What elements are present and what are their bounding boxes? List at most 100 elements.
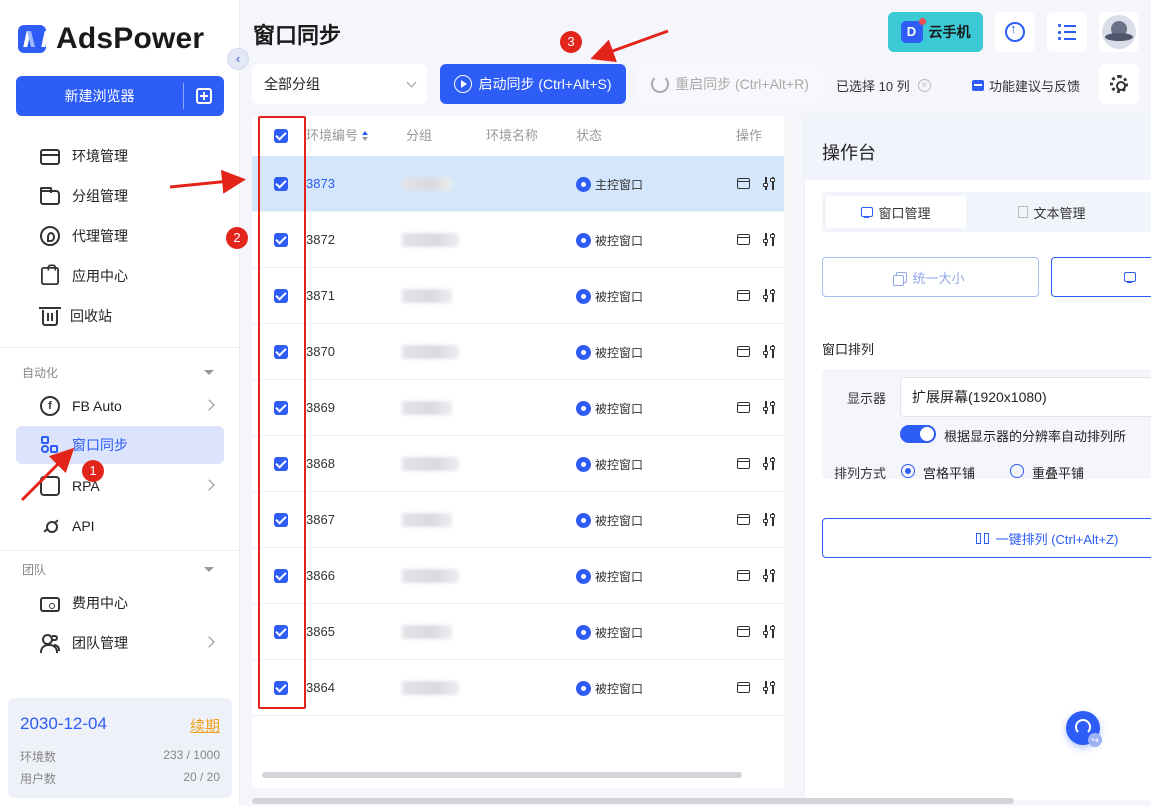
group-select[interactable]: 全部分组	[252, 64, 427, 104]
cloud-phone-button[interactable]: D 云手机	[888, 12, 983, 52]
sidebar-item-trash[interactable]: 回收站	[39, 304, 112, 328]
new-browser-button[interactable]: 新建浏览器	[16, 76, 224, 116]
sidebar-item-app-center[interactable]: 应用中心	[40, 264, 128, 288]
settings-sliders-icon[interactable]	[763, 457, 777, 470]
status-text: 被控窗口	[595, 290, 644, 304]
env-id[interactable]: 3870	[306, 344, 335, 359]
browser-icon	[576, 681, 591, 696]
window-icon[interactable]	[737, 514, 750, 525]
radio-overlap-tile-label[interactable]: 重叠平铺	[1032, 463, 1084, 482]
table-row[interactable]: 3865 被控窗口	[252, 604, 784, 660]
vertical-scrollbar[interactable]	[784, 116, 792, 788]
sidebar-item-api[interactable]: API	[40, 514, 95, 538]
page-horizontal-scrollbar[interactable]	[252, 798, 1014, 804]
chevron-down-icon[interactable]	[204, 370, 214, 375]
column-header-actions: 操作	[736, 128, 763, 143]
settings-sliders-icon[interactable]	[763, 345, 777, 358]
window-icon[interactable]	[737, 402, 750, 413]
tab-text-management[interactable]: 文本管理	[977, 196, 1127, 228]
window-icon[interactable]	[737, 234, 750, 245]
table-row[interactable]: 3864 被控窗口	[252, 660, 784, 716]
folder-icon	[40, 187, 60, 205]
table-row[interactable]: 3869 被控窗口	[252, 380, 784, 436]
window-icon[interactable]	[737, 178, 750, 189]
env-id[interactable]: 3871	[306, 288, 335, 303]
uniform-size-button[interactable]: 统一大小	[822, 257, 1039, 297]
settings-sliders-icon[interactable]	[763, 401, 777, 414]
env-id[interactable]: 3866	[306, 568, 335, 583]
settings-sliders-icon[interactable]	[763, 681, 777, 694]
sidebar-item-billing[interactable]: 费用中心	[40, 591, 128, 615]
chevron-down-icon[interactable]	[204, 567, 214, 572]
settings-sliders-icon[interactable]	[763, 177, 777, 190]
status-cell: 被控窗口	[576, 512, 643, 529]
radio-overlap-tile[interactable]	[1010, 464, 1024, 478]
start-sync-button[interactable]: 启动同步 (Ctrl+Alt+S)	[440, 64, 626, 104]
window-icon[interactable]	[737, 570, 750, 581]
env-count-row: 环境数 233 / 1000	[20, 748, 220, 765]
window-icon[interactable]	[737, 626, 750, 637]
renew-link[interactable]: 续期	[190, 715, 220, 736]
sidebar-item-label: 团队管理	[72, 635, 128, 651]
table-row[interactable]: 3866 被控窗口	[252, 548, 784, 604]
env-id[interactable]: 3864	[306, 680, 335, 695]
feedback-link[interactable]: 功能建议与反馈	[972, 76, 1080, 95]
column-header-id[interactable]: 环境编号	[306, 116, 369, 156]
radio-grid-tile[interactable]	[901, 464, 915, 478]
settings-sliders-icon[interactable]	[763, 569, 777, 582]
clear-selection-icon[interactable]: ×	[917, 79, 931, 92]
table-row[interactable]: 3871 被控窗口	[252, 268, 784, 324]
support-chat-button[interactable]	[1066, 711, 1102, 747]
cloud-phone-icon: D	[900, 18, 926, 43]
user-count-value: 20 / 20	[183, 770, 220, 784]
display-select[interactable]: 扩展屏幕(1920x1080)	[900, 377, 1151, 417]
env-id[interactable]: 3872	[306, 232, 335, 247]
env-id[interactable]: 3868	[306, 456, 335, 471]
env-id[interactable]: 3869	[306, 400, 335, 415]
account-button[interactable]	[1099, 12, 1139, 52]
table-row[interactable]: 3867 被控窗口	[252, 492, 784, 548]
user-count-label: 用户数	[20, 772, 57, 786]
proxy-icon	[40, 226, 60, 246]
upload-button[interactable]	[995, 12, 1035, 52]
collapse-sidebar-button[interactable]: ‹	[227, 48, 249, 70]
settings-sliders-icon[interactable]	[763, 233, 777, 246]
sidebar-item-window-sync[interactable]: 窗口同步	[40, 433, 128, 457]
sidebar-item-groups[interactable]: 分组管理	[40, 184, 128, 208]
window-action-button[interactable]	[1051, 257, 1151, 297]
table-row[interactable]: 3872 被控窗口	[252, 212, 784, 268]
radio-grid-tile-label[interactable]: 宫格平铺	[923, 463, 975, 482]
window-icon[interactable]	[737, 346, 750, 357]
env-id[interactable]: 3865	[306, 624, 335, 639]
sidebar-item-environment[interactable]: 环境管理	[40, 144, 128, 168]
settings-sliders-icon[interactable]	[763, 513, 777, 526]
annotation-badge-3: 3	[560, 31, 582, 53]
settings-sliders-icon[interactable]	[763, 289, 777, 302]
settings-sliders-icon[interactable]	[763, 625, 777, 638]
selected-count: 已选择 10 列	[836, 79, 910, 94]
table-row[interactable]: 3873 主控窗口	[252, 156, 784, 212]
sidebar-item-proxy[interactable]: 代理管理	[40, 224, 128, 248]
sort-icon[interactable]	[362, 131, 369, 141]
horizontal-scrollbar[interactable]	[262, 772, 742, 778]
cloud-phone-label: 云手机	[928, 24, 971, 40]
table-row[interactable]: 3868 被控窗口	[252, 436, 784, 492]
sidebar-item-fb-auto[interactable]: f FB Auto	[40, 394, 122, 418]
table-row[interactable]: 3870 被控窗口	[252, 324, 784, 380]
window-icon[interactable]	[737, 290, 750, 301]
window-icon[interactable]	[737, 458, 750, 469]
restart-sync-button[interactable]: 重启同步 (Ctrl+Alt+R)	[637, 64, 823, 104]
quick-add-button[interactable]	[184, 76, 224, 116]
settings-button[interactable]	[1099, 64, 1139, 104]
window-icon[interactable]	[737, 682, 750, 693]
env-id[interactable]: 3873	[306, 176, 335, 191]
tab-window-management[interactable]: 窗口管理	[826, 196, 966, 228]
auto-arrange-toggle[interactable]	[900, 425, 936, 443]
env-count-value: 233 / 1000	[163, 748, 220, 762]
logo[interactable]: AdsPower	[18, 22, 204, 56]
task-list-button[interactable]	[1047, 12, 1087, 52]
sidebar-item-team[interactable]: 团队管理	[40, 631, 128, 655]
new-browser-label[interactable]: 新建浏览器	[16, 76, 183, 116]
one-key-arrange-button[interactable]: 一键排列 (Ctrl+Alt+Z)	[822, 518, 1151, 558]
env-id[interactable]: 3867	[306, 512, 335, 527]
